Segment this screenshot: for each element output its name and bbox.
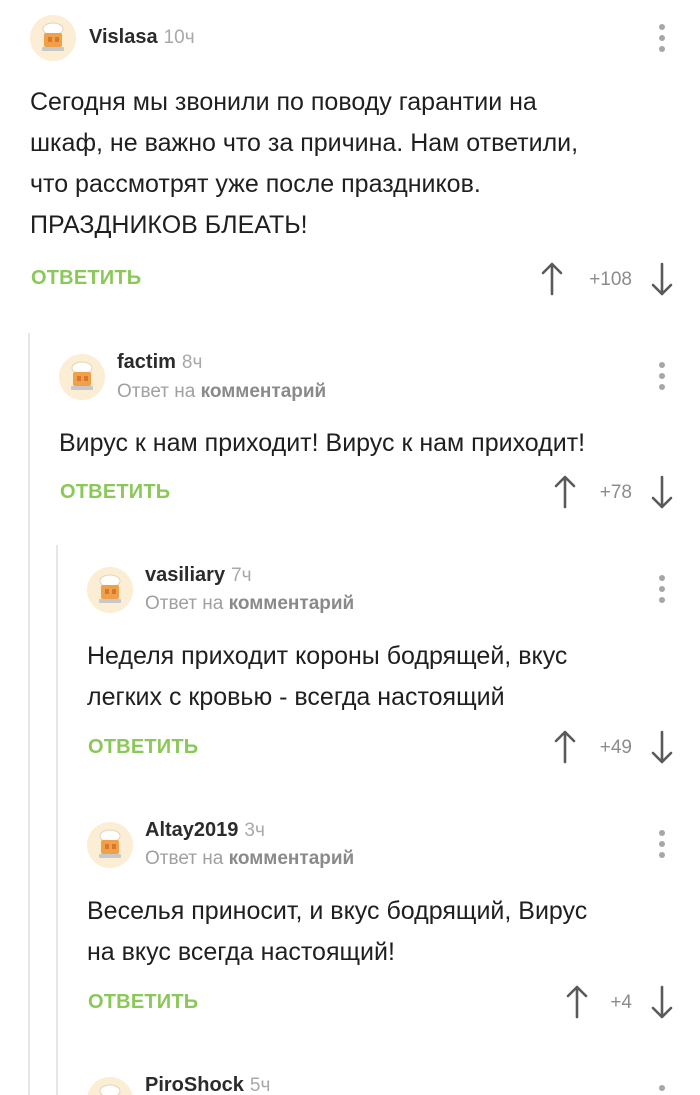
reply-button[interactable]: ОТВЕТИТЬ xyxy=(31,267,141,290)
comment-time: 5ч xyxy=(249,1075,271,1095)
username[interactable]: vasiliary 7ч xyxy=(145,564,252,587)
comment-score: +108 xyxy=(589,269,632,290)
reply-to-link[interactable]: Ответ на комментарий xyxy=(145,848,354,870)
thread-line-level-1 xyxy=(28,333,30,1095)
chef-hat-avatar-icon xyxy=(87,1077,133,1095)
comment-score: +4 xyxy=(610,992,632,1013)
comment-time: 7ч xyxy=(231,565,252,586)
chef-hat-avatar-icon xyxy=(30,15,76,61)
chef-hat-avatar-icon xyxy=(87,567,133,613)
comment-score: +49 xyxy=(599,737,632,758)
comment-text: Сегодня мы звонили по поводу гарантии на… xyxy=(30,88,579,239)
comment-text: Неделя приходит короны бодрящей, вкус ле… xyxy=(87,642,568,711)
chef-hat-avatar-icon xyxy=(87,822,133,868)
downvote-arrow-icon[interactable] xyxy=(650,475,674,509)
avatar[interactable] xyxy=(30,15,76,61)
avatar[interactable] xyxy=(59,354,105,400)
comment-score: +78 xyxy=(599,482,632,503)
username[interactable]: PiroShock 5ч xyxy=(145,1074,270,1095)
chef-hat-avatar-icon xyxy=(59,354,105,400)
avatar[interactable] xyxy=(87,1077,133,1095)
downvote-arrow-icon[interactable] xyxy=(650,262,674,296)
downvote-arrow-icon[interactable] xyxy=(650,985,674,1019)
comment-text: Вирус к нам приходит! Вирус к нам приход… xyxy=(59,429,586,457)
more-menu-icon[interactable] xyxy=(657,1085,667,1095)
downvote-arrow-icon[interactable] xyxy=(650,730,674,764)
comment-time: 8ч xyxy=(181,352,203,373)
more-menu-icon[interactable] xyxy=(657,830,667,858)
reply-to-link[interactable]: Ответ на комментарий xyxy=(117,381,326,403)
more-menu-icon[interactable] xyxy=(657,24,667,52)
avatar[interactable] xyxy=(87,822,133,868)
username[interactable]: Vislasa 10ч xyxy=(89,26,195,49)
avatar[interactable] xyxy=(87,567,133,613)
comment-time: 10ч xyxy=(163,27,195,48)
reply-button[interactable]: ОТВЕТИТЬ xyxy=(88,991,198,1014)
reply-button[interactable]: ОТВЕТИТЬ xyxy=(60,481,170,504)
comment-text: Веселья приносит, и вкус бодрящий, Вирус… xyxy=(87,897,588,966)
username[interactable]: factim 8ч xyxy=(117,351,202,374)
thread-line-level-2 xyxy=(56,545,58,1095)
upvote-arrow-icon[interactable] xyxy=(540,262,564,296)
reply-to-link[interactable]: Ответ на комментарий xyxy=(145,593,354,615)
comment-time: 3ч xyxy=(244,820,265,841)
reply-button[interactable]: ОТВЕТИТЬ xyxy=(88,736,198,759)
more-menu-icon[interactable] xyxy=(657,575,667,603)
username[interactable]: Altay2019 3ч xyxy=(145,819,265,842)
more-menu-icon[interactable] xyxy=(657,362,667,390)
